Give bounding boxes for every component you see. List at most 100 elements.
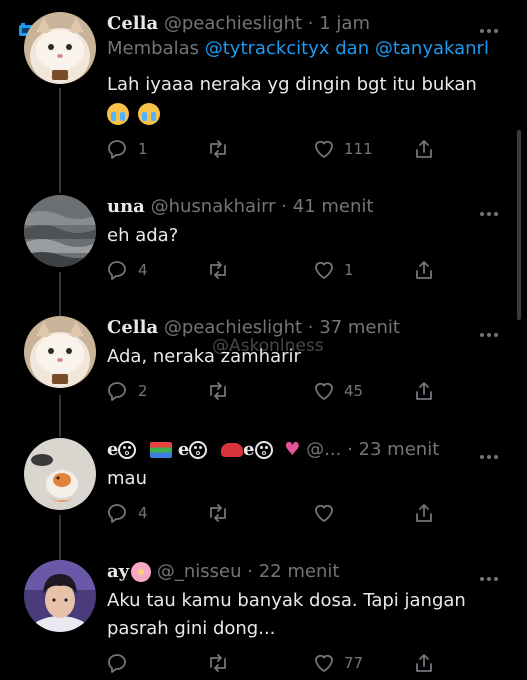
username[interactable]: @... [306,439,341,460]
reply-button[interactable]: 2 [106,378,148,404]
avatar[interactable] [24,438,96,510]
replying-to: Membalas @tytrackcityx dan @tanyakanrl [107,38,489,59]
tweet[interactable]: una @husnakhairr · 41 menit eh ada? 4 1 [0,195,527,295]
cherry-blossom-icon [131,562,152,582]
share-icon [416,140,432,158]
timestamp[interactable]: 1 jam [319,13,370,34]
goldfish-avatar-image [24,438,96,510]
reply-thread: Cella @peachieslight · 1 jam Membalas @t… [0,0,527,680]
tweet[interactable]: ay @_nisseu · 22 menit Aku tau kamu bany… [0,560,527,680]
avatar[interactable] [24,316,96,388]
timestamp[interactable]: 37 menit [319,317,400,338]
reply-icon [108,140,126,159]
reply-icon [108,382,126,401]
display-name[interactable]: Cella [107,13,158,34]
separator: · [307,13,314,34]
reply-button[interactable]: 4 [106,500,148,526]
retweet-button[interactable] [206,136,238,162]
like-count: 1 [344,261,354,279]
timestamp[interactable]: 22 menit [259,561,340,582]
share-button[interactable] [412,378,436,404]
share-button[interactable] [412,500,436,526]
watermark: @Askonlness [212,336,324,356]
retweet-button[interactable] [206,378,238,404]
tweet-header: Cella @peachieslight · 1 jam [107,12,370,36]
astonished-face-icon [254,441,273,459]
tweet[interactable]: Cella @peachieslight · 1 jam Membalas @t… [0,12,527,177]
display-name-part[interactable]: e [178,439,189,460]
like-count: 111 [344,140,373,158]
display-name[interactable]: ay [107,561,129,582]
share-button[interactable] [412,257,436,283]
retweet-button[interactable] [206,257,238,283]
avatar[interactable] [24,195,96,267]
reply-count: 4 [138,261,148,279]
reply-icon [108,261,126,280]
username[interactable]: @peachieslight [164,317,302,338]
username[interactable]: @peachieslight [164,13,302,34]
avatar[interactable] [24,560,96,632]
reply-count: 1 [138,140,148,158]
like-button[interactable]: 111 [312,136,373,162]
astonished-face-icon [118,441,137,459]
like-button[interactable]: 45 [312,378,363,404]
reply-button[interactable]: 1 [106,136,148,162]
heart-icon [315,382,333,400]
tweet-text: pasrah gini dong... [107,616,275,642]
cat-avatar-image [24,316,96,388]
share-button[interactable] [412,650,436,676]
person-avatar-image [24,560,96,632]
books-icon [150,442,173,458]
reply-button[interactable] [106,650,138,676]
like-button[interactable]: 77 [312,650,363,676]
separator: · [307,317,314,338]
retweet-icon [210,140,226,158]
tweet[interactable]: Cella @peachieslight · 37 menit Ada, ner… [0,316,527,416]
sea-avatar-image [24,195,96,267]
tweet-text: Lah iyaaa neraka yg dingin bgt itu bukan [107,72,477,98]
share-icon [416,654,432,672]
timestamp[interactable]: 41 menit [293,196,374,217]
heart-icon [315,261,333,279]
reply-icon [108,504,126,523]
tweet-text-line: Aku tau kamu banyak dosa. Tapi jangan [107,590,466,611]
tweet-text-content: Lah iyaaa neraka yg dingin bgt itu bukan [107,74,477,95]
like-button[interactable]: 1 [312,257,354,283]
astonished-face-icon [189,441,208,459]
retweet-icon [210,382,226,400]
scrollbar[interactable] [517,130,521,320]
reply-icon [108,654,126,673]
username[interactable]: @husnakhairr [151,196,276,217]
more-options-icon[interactable] [480,322,502,337]
share-icon [416,261,432,279]
display-name-part[interactable]: e [243,439,254,460]
display-name-part[interactable]: e [107,439,118,460]
share-button[interactable] [412,136,436,162]
sparkling-heart-icon: ♥ [284,439,301,460]
display-name[interactable]: una [107,196,145,217]
retweet-button[interactable] [206,500,238,526]
boxing-glove-icon [221,443,244,457]
tweet-text: eh ada? [107,223,178,249]
username[interactable]: @_nisseu [157,561,242,582]
tweet-text-content: eh ada? [107,225,179,246]
more-options-icon[interactable] [480,201,502,216]
tweet-header: e e e ♥ @... · 23 menit [107,438,439,462]
reply-button[interactable]: 4 [106,257,148,283]
loudly-crying-face-icon [107,103,129,125]
action-bar: 77 [106,650,436,676]
retweet-icon [210,654,226,672]
timestamp[interactable]: 23 menit [359,439,440,460]
display-name[interactable]: Cella [107,317,158,338]
retweet-icon [210,261,226,279]
more-options-icon[interactable] [480,18,502,33]
more-options-icon[interactable] [480,566,502,581]
like-button[interactable] [312,500,344,526]
tweet[interactable]: e e e ♥ @... · 23 menit mau 4 [0,438,527,538]
like-count: 45 [344,382,364,400]
replying-prefix: Membalas [107,38,200,59]
retweet-button[interactable] [206,650,238,676]
more-options-icon[interactable] [480,444,502,459]
avatar[interactable] [24,12,96,84]
replying-mentions[interactable]: @tytrackcityx dan @tanyakanrl [205,38,489,59]
